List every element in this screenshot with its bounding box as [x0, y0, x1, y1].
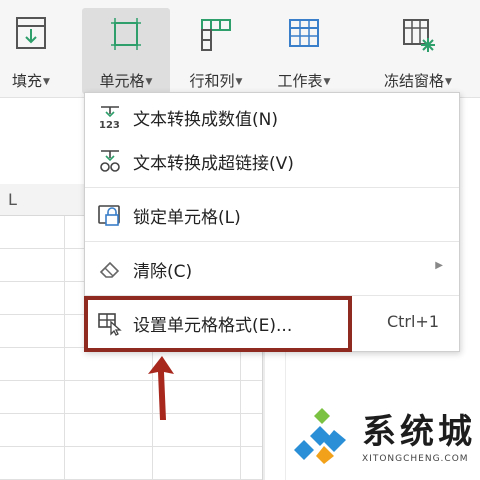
chevron-down-icon: ▼: [235, 76, 243, 87]
lock-cell-icon: [98, 205, 120, 226]
cell-icon: [111, 18, 141, 50]
watermark-title: 系统城: [362, 412, 476, 452]
highlight-box: [84, 296, 352, 352]
text-to-number-icon: 123: [99, 106, 120, 130]
chevron-down-icon: ▼: [43, 76, 50, 87]
menu-item-clear[interactable]: 清除(C) ▶: [85, 247, 459, 291]
cell-button[interactable]: 单元格▼: [82, 8, 170, 94]
column-label[interactable]: L: [8, 190, 17, 209]
chevron-down-icon: ▼: [323, 76, 331, 87]
menu-item-text-to-hyperlink[interactable]: 文本转换成超链接(V): [85, 139, 459, 183]
watermark-logo-icon: [294, 408, 346, 464]
rows-columns-button[interactable]: 行和列▼: [176, 8, 256, 94]
shortcut-label: Ctrl+1: [386, 312, 439, 331]
menu-separator: [85, 241, 459, 242]
freeze-panes-label: 冻结窗格: [384, 72, 445, 90]
fill-down-icon: [16, 17, 46, 49]
rows-columns-label: 行和列: [189, 72, 235, 90]
ribbon-toolbar: 填充▼ 单元格▼ 行和列▼ 工作表▼ 冻结窗格▼: [0, 0, 480, 98]
svg-text:123: 123: [99, 120, 120, 130]
rows-columns-icon: [201, 19, 231, 51]
red-arrow-icon: [148, 356, 174, 420]
chevron-down-icon: ▼: [145, 76, 153, 87]
menu-item-label: 清除(C): [133, 262, 193, 282]
text-to-hyperlink-icon: [100, 150, 120, 172]
freeze-panes-button[interactable]: 冻结窗格▼: [366, 8, 470, 94]
menu-item-label: 锁定单元格(L): [133, 208, 241, 228]
freeze-panes-icon: [403, 19, 435, 52]
menu-item-text-to-number[interactable]: 123 文本转换成数值(N): [85, 95, 459, 139]
watermark-subtitle: XITONGCHENG.COM: [362, 454, 469, 464]
fill-label: 填充: [12, 72, 43, 90]
worksheet-icon: [289, 19, 319, 47]
worksheet-button[interactable]: 工作表▼: [262, 8, 346, 94]
worksheet-label: 工作表: [277, 72, 323, 90]
eraser-icon: [99, 261, 120, 278]
menu-item-lock-cell[interactable]: 锁定单元格(L): [85, 193, 459, 237]
watermark: 系统城 XITONGCHENG.COM: [290, 400, 476, 474]
fill-button[interactable]: 填充▼: [0, 8, 62, 94]
menu-item-label: 文本转换成超链接(V): [133, 154, 294, 174]
submenu-arrow-icon: ▶: [435, 260, 443, 271]
menu-item-label: 文本转换成数值(N): [133, 110, 278, 130]
menu-separator: [85, 187, 459, 188]
chevron-down-icon: ▼: [445, 76, 452, 87]
cell-label: 单元格: [99, 72, 145, 90]
